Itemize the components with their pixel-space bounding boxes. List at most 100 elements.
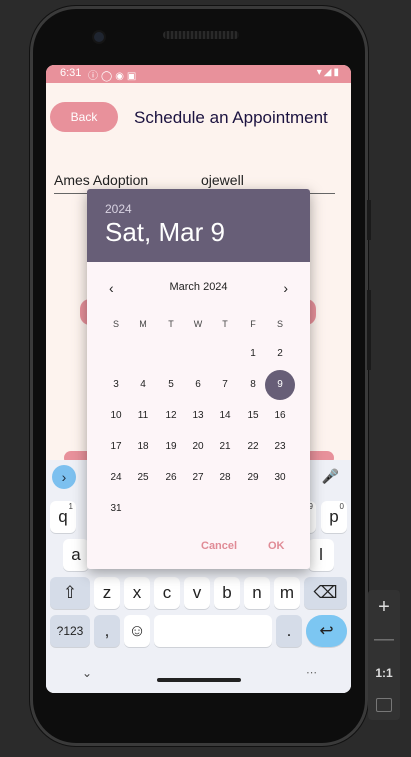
- calendar-day[interactable]: 9: [265, 370, 295, 400]
- key-label: x: [132, 583, 142, 602]
- key-label: z: [102, 583, 112, 602]
- key-label: l: [319, 545, 323, 564]
- calendar-day[interactable]: 2: [265, 339, 295, 369]
- username-field[interactable]: ojewell: [201, 172, 244, 188]
- calendar-day[interactable]: 10: [101, 401, 131, 431]
- key-z[interactable]: z: [94, 577, 120, 609]
- calendar-day[interactable]: 27: [183, 463, 213, 493]
- calendar-day[interactable]: 18: [128, 432, 158, 462]
- keyboard-switch-icon[interactable]: ⋯: [306, 666, 317, 679]
- shift-icon: ⇧: [62, 583, 78, 602]
- key-label: c: [162, 583, 172, 602]
- month-navigation: ‹ March 2024 ›: [87, 280, 310, 296]
- key-p[interactable]: p0: [321, 501, 347, 533]
- calendar-day[interactable]: 26: [156, 463, 186, 493]
- microphone-icon[interactable]: 🎤: [322, 468, 339, 485]
- calendar-day[interactable]: 21: [210, 432, 240, 462]
- calendar-day[interactable]: 1: [238, 339, 268, 369]
- calendar-day[interactable]: 15: [238, 401, 268, 431]
- key-label: p: [329, 507, 339, 526]
- key-label: a: [71, 545, 81, 564]
- calendar-day[interactable]: 17: [101, 432, 131, 462]
- keyboard-expand-icon[interactable]: ›: [52, 465, 76, 489]
- zoom-in-icon[interactable]: +: [368, 596, 400, 619]
- calendar-day[interactable]: 29: [238, 463, 268, 493]
- navigation-bar: ⌄ ⋯: [46, 660, 351, 693]
- zoom-actual-size[interactable]: 1:1: [368, 666, 400, 680]
- weekday-label: T: [168, 319, 174, 329]
- calendar-day[interactable]: 31: [101, 494, 131, 524]
- calendar-day[interactable]: 12: [156, 401, 186, 431]
- ok-button[interactable]: OK: [268, 540, 285, 552]
- key-n[interactable]: n: [244, 577, 270, 609]
- key-label: m: [279, 583, 295, 602]
- comma-key[interactable]: ,: [94, 615, 120, 647]
- power-button: [367, 290, 371, 370]
- month-label: March 2024: [169, 281, 228, 293]
- front-camera: [94, 32, 104, 42]
- calendar-day[interactable]: 30: [265, 463, 295, 493]
- emoji-icon: ☺: [128, 621, 146, 640]
- symbols-key[interactable]: ?123: [50, 615, 90, 647]
- weekday-label: T: [222, 319, 228, 329]
- calendar-day[interactable]: 11: [128, 401, 158, 431]
- zoom-out-icon[interactable]: —: [368, 628, 400, 651]
- weekday-label: M: [139, 319, 147, 329]
- volume-button: [367, 200, 371, 240]
- enter-key[interactable]: ↩: [306, 615, 347, 647]
- status-time: 6:31: [60, 67, 82, 79]
- calendar-day[interactable]: 24: [101, 463, 131, 493]
- cancel-button[interactable]: Cancel: [201, 540, 237, 552]
- calendar-day[interactable]: 4: [128, 370, 158, 400]
- calendar-day[interactable]: 22: [238, 432, 268, 462]
- calendar-day[interactable]: 7: [210, 370, 240, 400]
- key-b[interactable]: b: [214, 577, 240, 609]
- selected-year[interactable]: 2024: [105, 202, 132, 216]
- key-hint: 1: [68, 502, 73, 511]
- calendar-day[interactable]: 5: [156, 370, 186, 400]
- calendar-day[interactable]: 13: [183, 401, 213, 431]
- fit-screen-icon[interactable]: [376, 698, 392, 712]
- date-picker-header: 2024 Sat, Mar 9: [87, 189, 310, 262]
- earpiece-speaker: [163, 31, 239, 39]
- calendar-day[interactable]: 14: [210, 401, 240, 431]
- calendar-day[interactable]: 19: [156, 432, 186, 462]
- backspace-icon: ⌫: [313, 583, 338, 602]
- key-a[interactable]: a: [63, 539, 89, 571]
- key-v[interactable]: v: [184, 577, 210, 609]
- calendar-day[interactable]: 3: [101, 370, 131, 400]
- calendar-day[interactable]: 28: [210, 463, 240, 493]
- system-icons: ▾◢▮: [316, 67, 341, 78]
- shift-key[interactable]: ⇧: [50, 577, 90, 609]
- chevron-right-icon[interactable]: ›: [283, 280, 288, 296]
- key-q[interactable]: q1: [50, 501, 76, 533]
- calendar-day[interactable]: 8: [238, 370, 268, 400]
- backspace-key[interactable]: ⌫: [304, 577, 347, 609]
- back-button[interactable]: Back: [50, 102, 118, 132]
- status-bar: 6:31 ⓘ◯◉▣ ▾◢▮: [46, 65, 351, 83]
- key-c[interactable]: c: [154, 577, 180, 609]
- home-gesture-pill[interactable]: [157, 678, 241, 682]
- page-title: Schedule an Appointment: [134, 108, 328, 127]
- key-m[interactable]: m: [274, 577, 300, 609]
- key-l[interactable]: l: [308, 539, 334, 571]
- emoji-key[interactable]: ☺: [124, 615, 150, 647]
- shelter-name-field[interactable]: Ames Adoption: [54, 172, 148, 188]
- calendar-day[interactable]: 6: [183, 370, 213, 400]
- weekday-label: W: [193, 319, 203, 329]
- space-key[interactable]: [154, 615, 272, 647]
- calendar-day[interactable]: 16: [265, 401, 295, 431]
- calendar-day[interactable]: 23: [265, 432, 295, 462]
- key-hint: 0: [339, 502, 344, 511]
- weekday-label: S: [276, 319, 283, 329]
- period-key[interactable]: .: [276, 615, 302, 647]
- key-label: n: [252, 583, 262, 602]
- key-x[interactable]: x: [124, 577, 150, 609]
- calendar-day[interactable]: 25: [128, 463, 158, 493]
- emulator-toolbar: + — 1:1: [368, 590, 400, 720]
- selected-date: Sat, Mar 9: [105, 217, 225, 247]
- weekday-label: F: [250, 319, 256, 329]
- hide-keyboard-icon[interactable]: ⌄: [82, 666, 92, 680]
- date-picker-dialog: 2024 Sat, Mar 9 ‹ March 2024 › SMTWTFS 1…: [87, 189, 310, 569]
- calendar-day[interactable]: 20: [183, 432, 213, 462]
